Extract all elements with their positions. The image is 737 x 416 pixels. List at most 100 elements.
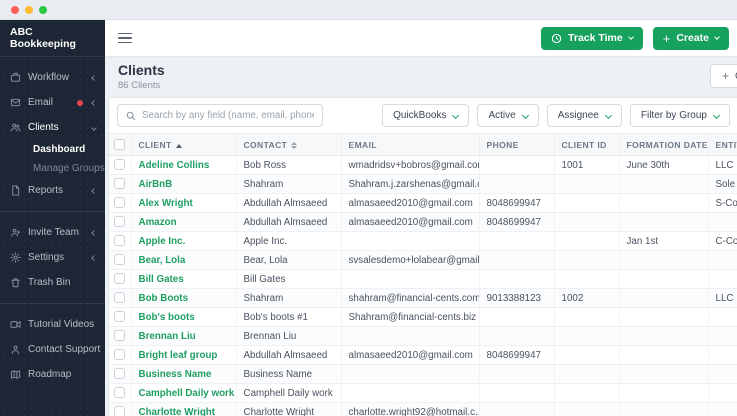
sidebar-item-invite-team[interactable]: Invite Team <box>0 220 105 245</box>
cell-entity: LLC <box>708 288 737 308</box>
sidebar-item-email[interactable]: Email <box>0 90 105 115</box>
filter-label: Assignee <box>557 110 599 121</box>
sidebar-item-clients[interactable]: Clients <box>0 115 105 140</box>
filter-dropdown-filter-by-group[interactable]: Filter by Group <box>629 104 730 127</box>
cell-client-id <box>554 193 620 213</box>
cell-phone <box>479 231 555 251</box>
cell-formation-date <box>619 174 709 194</box>
column-header-client[interactable]: CLIENT <box>131 133 237 156</box>
table-row: Bob's boots Bob's boots #1 Shahram@financi… <box>109 307 737 327</box>
cell-client-id <box>554 345 620 365</box>
row-checkbox[interactable] <box>114 216 125 228</box>
sidebar-divider <box>0 211 105 212</box>
row-checkbox[interactable] <box>114 330 125 342</box>
cell-client[interactable]: Bright leaf group <box>131 345 237 365</box>
cell-contact: Abdullah Almsaeed <box>236 193 342 213</box>
person-icon <box>9 344 21 356</box>
cell-client-id <box>554 212 620 232</box>
cell-client[interactable]: Camphell Daily work <box>131 383 237 403</box>
cell-email <box>341 269 480 289</box>
sidebar-item-label: Settings <box>28 252 65 263</box>
cell-client[interactable]: Bill Gates <box>131 269 237 289</box>
chevron-down-icon <box>627 34 634 40</box>
column-header-client-id[interactable]: CLIENT ID <box>554 133 620 156</box>
column-header-entity[interactable]: ENTITY TYPE <box>708 133 737 156</box>
sidebar: ABC Bookkeeping Workflow Email Clients Dash… <box>0 20 105 416</box>
filter-dropdown-quickbooks[interactable]: QuickBooks <box>382 104 470 127</box>
filter-dropdown-active[interactable]: Active <box>477 104 539 127</box>
sidebar-item-reports[interactable]: Reports <box>0 178 105 203</box>
select-all-checkbox[interactable] <box>114 139 125 151</box>
sidebar-item-tutorial-videos[interactable]: Tutorial Videos <box>0 312 105 337</box>
search-box[interactable] <box>117 104 323 127</box>
cell-formation-date <box>619 269 709 289</box>
topbar: Track Time + Create <box>105 20 737 57</box>
sidebar-subitem-dashboard[interactable]: Dashboard <box>0 140 105 159</box>
sidebar-item-contact-support[interactable]: Contact Support <box>0 337 105 362</box>
row-checkbox[interactable] <box>114 254 125 266</box>
row-checkbox[interactable] <box>114 273 125 285</box>
cell-phone <box>479 383 555 403</box>
hamburger-menu-icon[interactable] <box>118 32 132 44</box>
cell-client[interactable]: Bob's boots <box>131 307 237 327</box>
map-icon <box>9 369 21 381</box>
sidebar-item-roadmap[interactable]: Roadmap <box>0 362 105 387</box>
cell-contact: Abdullah Almsaeed <box>236 212 342 232</box>
sort-ascending-icon <box>175 143 182 148</box>
cell-client[interactable]: Bear, Lola <box>131 250 237 270</box>
sidebar-item-trash-bin[interactable]: Trash Bin <box>0 270 105 295</box>
cell-email: Shahram@financial-cents.biz <box>341 307 480 327</box>
cell-client[interactable]: Apple Inc. <box>131 231 237 251</box>
sidebar-subitem-manage-groups[interactable]: Manage Groups <box>0 159 105 178</box>
cell-contact: Brennan Liu <box>236 326 342 346</box>
row-checkbox[interactable] <box>114 387 125 399</box>
filter-dropdown-assignee[interactable]: Assignee <box>546 104 622 127</box>
row-checkbox[interactable] <box>114 159 125 171</box>
cell-client[interactable]: AirBnB <box>131 174 237 194</box>
sidebar-divider <box>0 303 105 304</box>
cell-contact: Apple Inc. <box>236 231 342 251</box>
cell-client[interactable]: Amazon <box>131 212 237 232</box>
cell-client[interactable]: Bob Boots <box>131 288 237 308</box>
main-area: Track Time + Create Clients 86 Clients +… <box>105 20 737 416</box>
column-label: CONTACT <box>243 139 288 150</box>
row-checkbox[interactable] <box>114 197 125 209</box>
column-header-formation-date[interactable]: FORMATION DATE <box>619 133 709 156</box>
row-checkbox[interactable] <box>114 292 125 304</box>
cell-client[interactable]: Brennan Liu <box>131 326 237 346</box>
cell-client[interactable]: Alex Wright <box>131 193 237 213</box>
create-client-button[interactable]: + Create Client <box>710 64 737 88</box>
row-checkbox[interactable] <box>114 368 125 380</box>
cell-client[interactable]: Business Name <box>131 364 237 384</box>
cell-entity <box>708 364 737 384</box>
sidebar-item-workflow[interactable]: Workflow <box>0 65 105 90</box>
row-checkbox[interactable] <box>114 349 125 361</box>
column-header-email[interactable]: EMAIL <box>341 133 480 156</box>
row-checkbox[interactable] <box>114 406 125 416</box>
table-row: Adeline Collins Bob Ross wmadridsv+bobros@… <box>109 155 737 175</box>
column-header-contact[interactable]: CONTACT <box>236 133 342 156</box>
cell-email: wmadridsv+bobros@gmail.com <box>341 155 480 175</box>
cell-client[interactable]: Adeline Collins <box>131 155 237 175</box>
search-input[interactable] <box>142 110 314 121</box>
window-zoom-button[interactable] <box>39 5 47 14</box>
cell-client[interactable]: Charlotte Wright <box>131 402 237 416</box>
row-checkbox[interactable] <box>114 235 125 247</box>
sidebar-item-settings[interactable]: Settings <box>0 245 105 270</box>
cell-entity <box>708 326 737 346</box>
row-checkbox[interactable] <box>114 311 125 323</box>
cell-formation-date <box>619 402 709 416</box>
window-close-button[interactable] <box>11 5 19 14</box>
track-time-button[interactable]: Track Time <box>541 26 643 50</box>
table-toolbar: QuickBooks Active Assignee Filter by Group <box>109 98 737 133</box>
chevron-left-icon <box>91 187 97 194</box>
window-minimize-button[interactable] <box>25 5 33 14</box>
cell-contact: Bob Ross <box>236 155 342 175</box>
cell-entity <box>708 250 737 270</box>
chevron-down-icon <box>714 34 720 40</box>
column-header-phone[interactable]: PHONE <box>479 133 555 156</box>
row-checkbox[interactable] <box>114 178 125 190</box>
cell-client-id <box>554 326 620 346</box>
create-button[interactable]: + Create <box>652 26 729 50</box>
cell-formation-date <box>619 364 709 384</box>
